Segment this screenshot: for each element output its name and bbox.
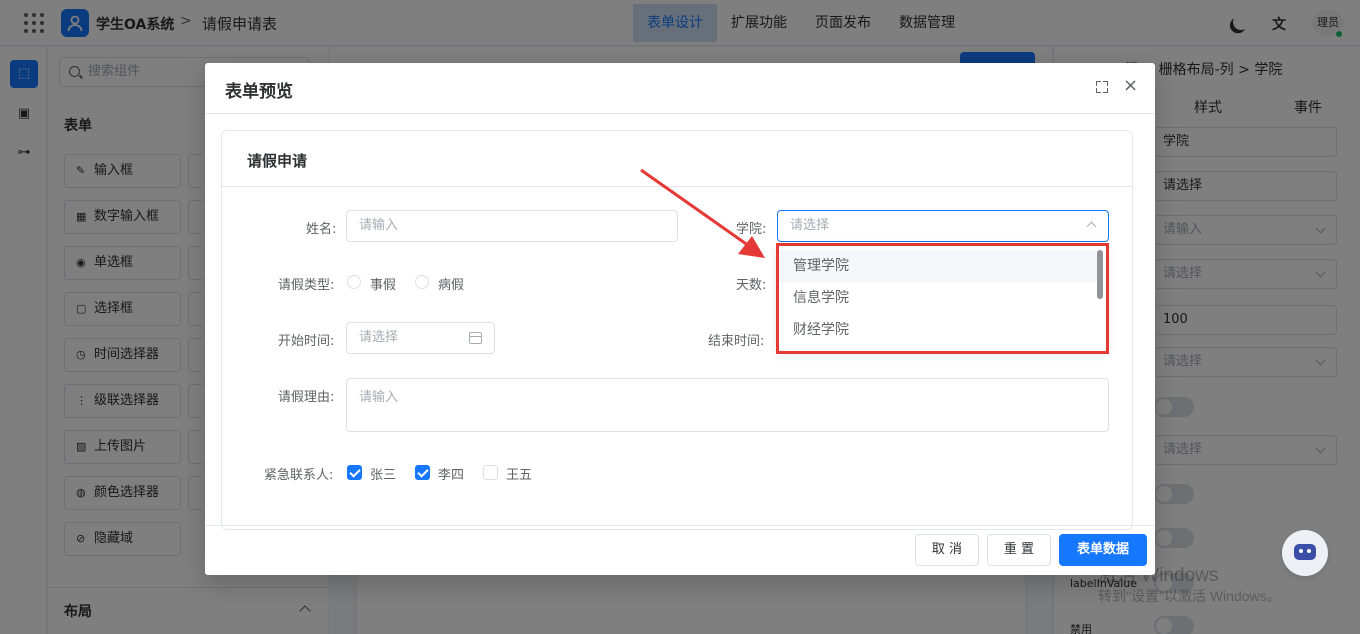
form-card-title: 请假申请 xyxy=(247,152,308,170)
cancel-button[interactable]: 取 消 xyxy=(915,534,979,566)
checkbox-wangwu[interactable] xyxy=(483,465,498,480)
watermark-subtitle: 转到"设置"以激活 Windows。 xyxy=(1098,588,1281,604)
start-time-placeholder: 请选择 xyxy=(359,330,399,345)
form-data-button[interactable]: 表单数据 xyxy=(1059,534,1147,566)
radio-personal-leave-label[interactable]: 事假 xyxy=(370,274,396,293)
college-select[interactable]: 请选择 xyxy=(777,210,1109,242)
end-time-label: 结束时间: xyxy=(708,334,765,349)
checkbox-zhangsan[interactable] xyxy=(347,465,362,480)
reason-label: 请假理由: xyxy=(278,390,335,405)
fullscreen-icon[interactable] xyxy=(1096,81,1108,93)
calendar-icon xyxy=(469,332,482,344)
start-time-label: 开始时间: xyxy=(278,334,335,349)
reset-button[interactable]: 重 置 xyxy=(987,534,1051,566)
close-icon[interactable]: × xyxy=(1123,76,1138,96)
checkbox-wangwu-label[interactable]: 王五 xyxy=(506,464,532,483)
name-label: 姓名: xyxy=(306,222,337,237)
reason-textarea[interactable]: 请输入 xyxy=(346,378,1109,432)
robot-icon xyxy=(1294,544,1316,560)
start-time-picker[interactable]: 请选择 xyxy=(346,322,495,354)
header-divider xyxy=(205,113,1155,114)
radio-sick-leave-label[interactable]: 病假 xyxy=(438,274,464,293)
radio-personal-leave[interactable] xyxy=(347,275,361,289)
name-input[interactable]: 请输入 xyxy=(346,210,678,242)
footer-divider xyxy=(205,525,1155,526)
chatbot-button[interactable] xyxy=(1282,530,1328,576)
card-divider xyxy=(222,186,1132,187)
days-label: 天数: xyxy=(736,278,767,293)
college-placeholder: 请选择 xyxy=(790,218,830,233)
emergency-contact-label: 紧急联系人: xyxy=(264,468,334,483)
chevron-up-icon xyxy=(1086,221,1097,232)
radio-sick-leave[interactable] xyxy=(415,275,429,289)
checkbox-zhangsan-label[interactable]: 张三 xyxy=(370,464,396,483)
dialog-title: 表单预览 xyxy=(225,82,293,102)
leave-type-label: 请假类型: xyxy=(278,278,335,293)
college-label: 学院: xyxy=(736,222,767,237)
checkbox-lisi-label[interactable]: 李四 xyxy=(438,464,464,483)
highlight-box xyxy=(776,243,1109,354)
checkbox-lisi[interactable] xyxy=(415,465,430,480)
